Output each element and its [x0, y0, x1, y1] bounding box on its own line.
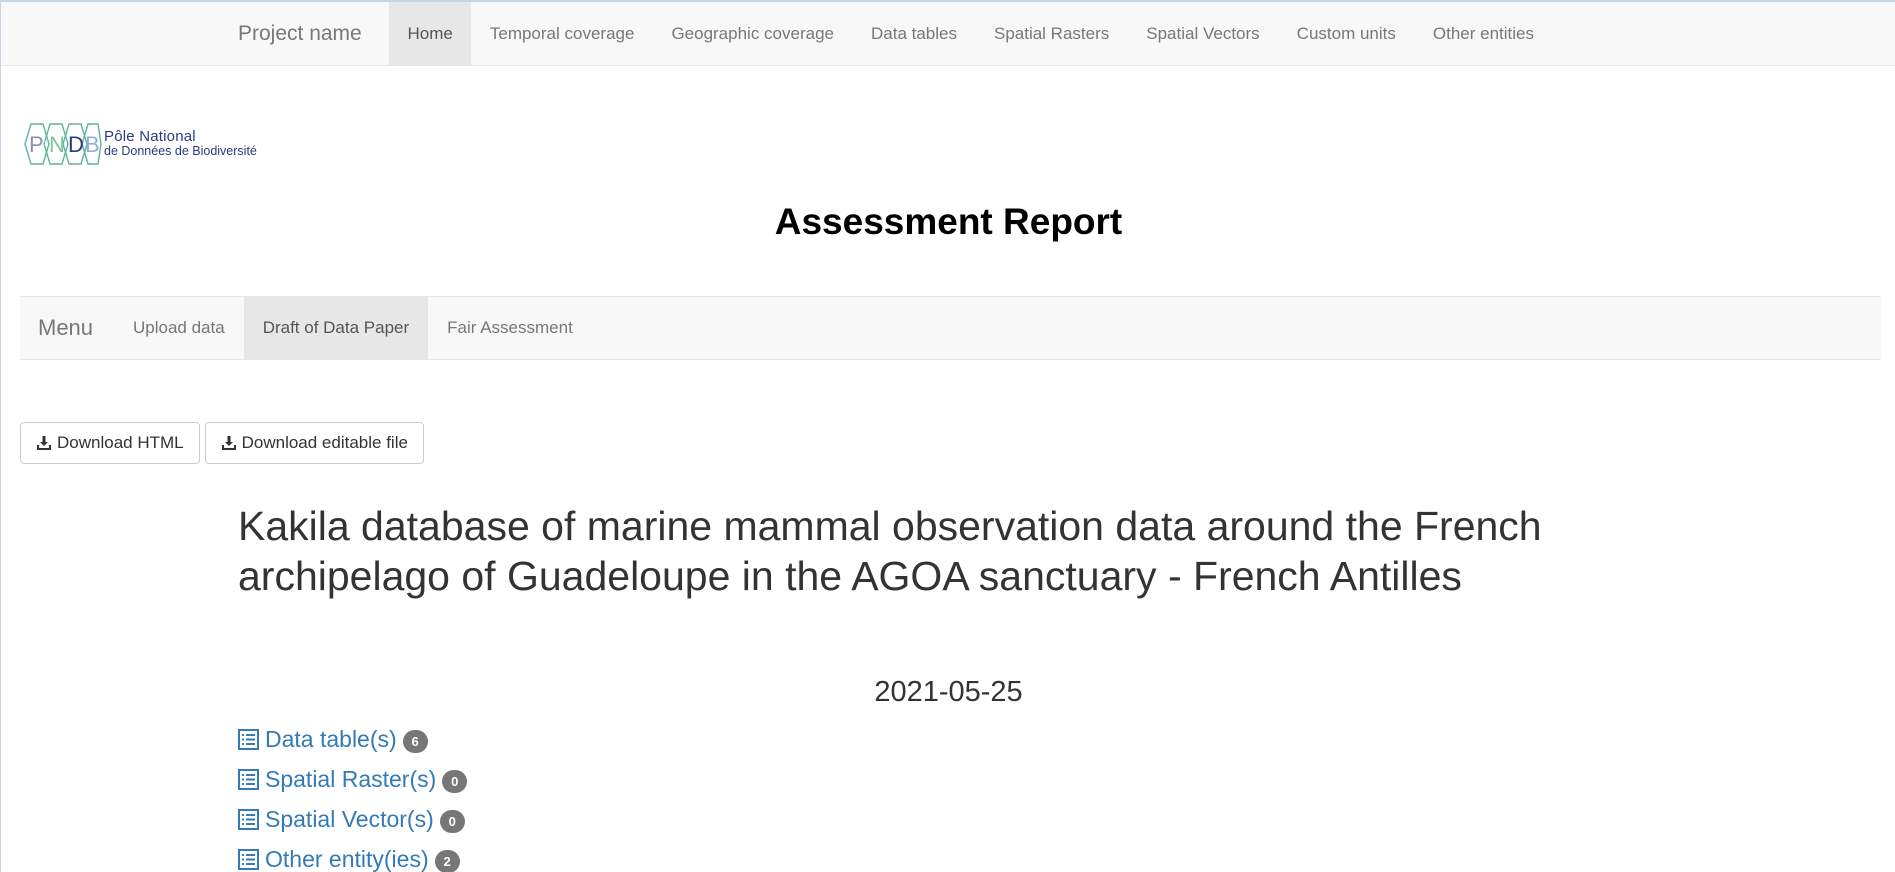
report-title: Assessment Report [774, 201, 1123, 242]
list-item[interactable]: Other entity(ies) 2 [238, 839, 467, 872]
nav-item-other-entities[interactable]: Other entities [1414, 2, 1552, 66]
list-alt-icon [238, 848, 259, 870]
logo-line-1: Pôle National [104, 128, 196, 145]
paper-title: Kakila database of marine mammal observa… [238, 503, 1542, 599]
spatial-vectors-link[interactable]: Spatial Vector(s) [265, 806, 434, 833]
nav-item-custom-units[interactable]: Custom units [1278, 2, 1414, 66]
count-badge: 0 [439, 809, 465, 833]
download-buttons: Download HTML Download editable file [20, 422, 424, 464]
logo-line-2: de Données de Biodiversité [104, 144, 257, 158]
nav-item-geographic-coverage[interactable]: Geographic coverage [653, 2, 853, 66]
nav-item-home[interactable]: Home [389, 2, 472, 66]
download-icon [37, 436, 51, 450]
svg-text:D: D [68, 132, 84, 157]
count-badge: 6 [402, 729, 428, 753]
nav-item-data-tables[interactable]: Data tables [852, 2, 975, 66]
list-item[interactable]: Spatial Vector(s) 0 [238, 799, 467, 839]
list-alt-icon [238, 728, 259, 750]
other-entities-link[interactable]: Other entity(ies) [265, 846, 429, 872]
pndb-hexagon-logo-icon: P N D B [24, 123, 102, 165]
list-alt-icon [238, 768, 259, 790]
svg-text:N: N [49, 132, 65, 157]
count-badge: 2 [434, 849, 460, 872]
download-icon [221, 436, 236, 450]
nav-item-spatial-vectors[interactable]: Spatial Vectors [1128, 2, 1278, 66]
nav-item-temporal-coverage[interactable]: Temporal coverage [471, 2, 653, 66]
spatial-rasters-link[interactable]: Spatial Raster(s) [265, 766, 436, 793]
nav-item-spatial-rasters[interactable]: Spatial Rasters [975, 2, 1127, 66]
download-html-button[interactable]: Download HTML [20, 422, 200, 464]
tab-fair-assessment[interactable]: Fair Assessment [428, 297, 592, 359]
download-editable-label: Download editable file [241, 433, 408, 452]
menu-brand[interactable]: Menu [38, 297, 93, 359]
download-editable-file-button[interactable]: Download editable file [204, 422, 424, 464]
list-alt-icon [238, 808, 259, 830]
svg-text:B: B [85, 132, 100, 157]
top-navbar: Project name Home Temporal coverage Geog… [1, 2, 1895, 66]
paper-date: 2021-05-25 [874, 676, 1023, 708]
svg-text:P: P [29, 132, 44, 157]
list-item[interactable]: Data table(s) 6 [238, 719, 467, 759]
entity-links: Data table(s) 6 Spatial Raster(s) 0 Spat… [238, 719, 468, 872]
count-badge: 0 [442, 769, 468, 793]
tab-draft-of-data-paper[interactable]: Draft of Data Paper [243, 297, 429, 359]
logo-text: Pôle National de Données de Biodiversité [104, 128, 257, 158]
tab-upload-data[interactable]: Upload data [114, 297, 244, 359]
download-html-label: Download HTML [57, 433, 184, 452]
menu-items: Upload data Draft of Data Paper Fair Ass… [114, 297, 592, 359]
pndb-logo: P N D B Pôle National de Données de Biod… [20, 120, 257, 168]
menu-navbar: Menu Upload data Draft of Data Paper Fai… [20, 296, 1881, 360]
navbar-brand[interactable]: Project name [238, 2, 362, 66]
list-item[interactable]: Spatial Raster(s) 0 [238, 759, 468, 799]
top-nav-items: Home Temporal coverage Geographic covera… [389, 2, 1552, 66]
data-tables-link[interactable]: Data table(s) [265, 726, 397, 753]
